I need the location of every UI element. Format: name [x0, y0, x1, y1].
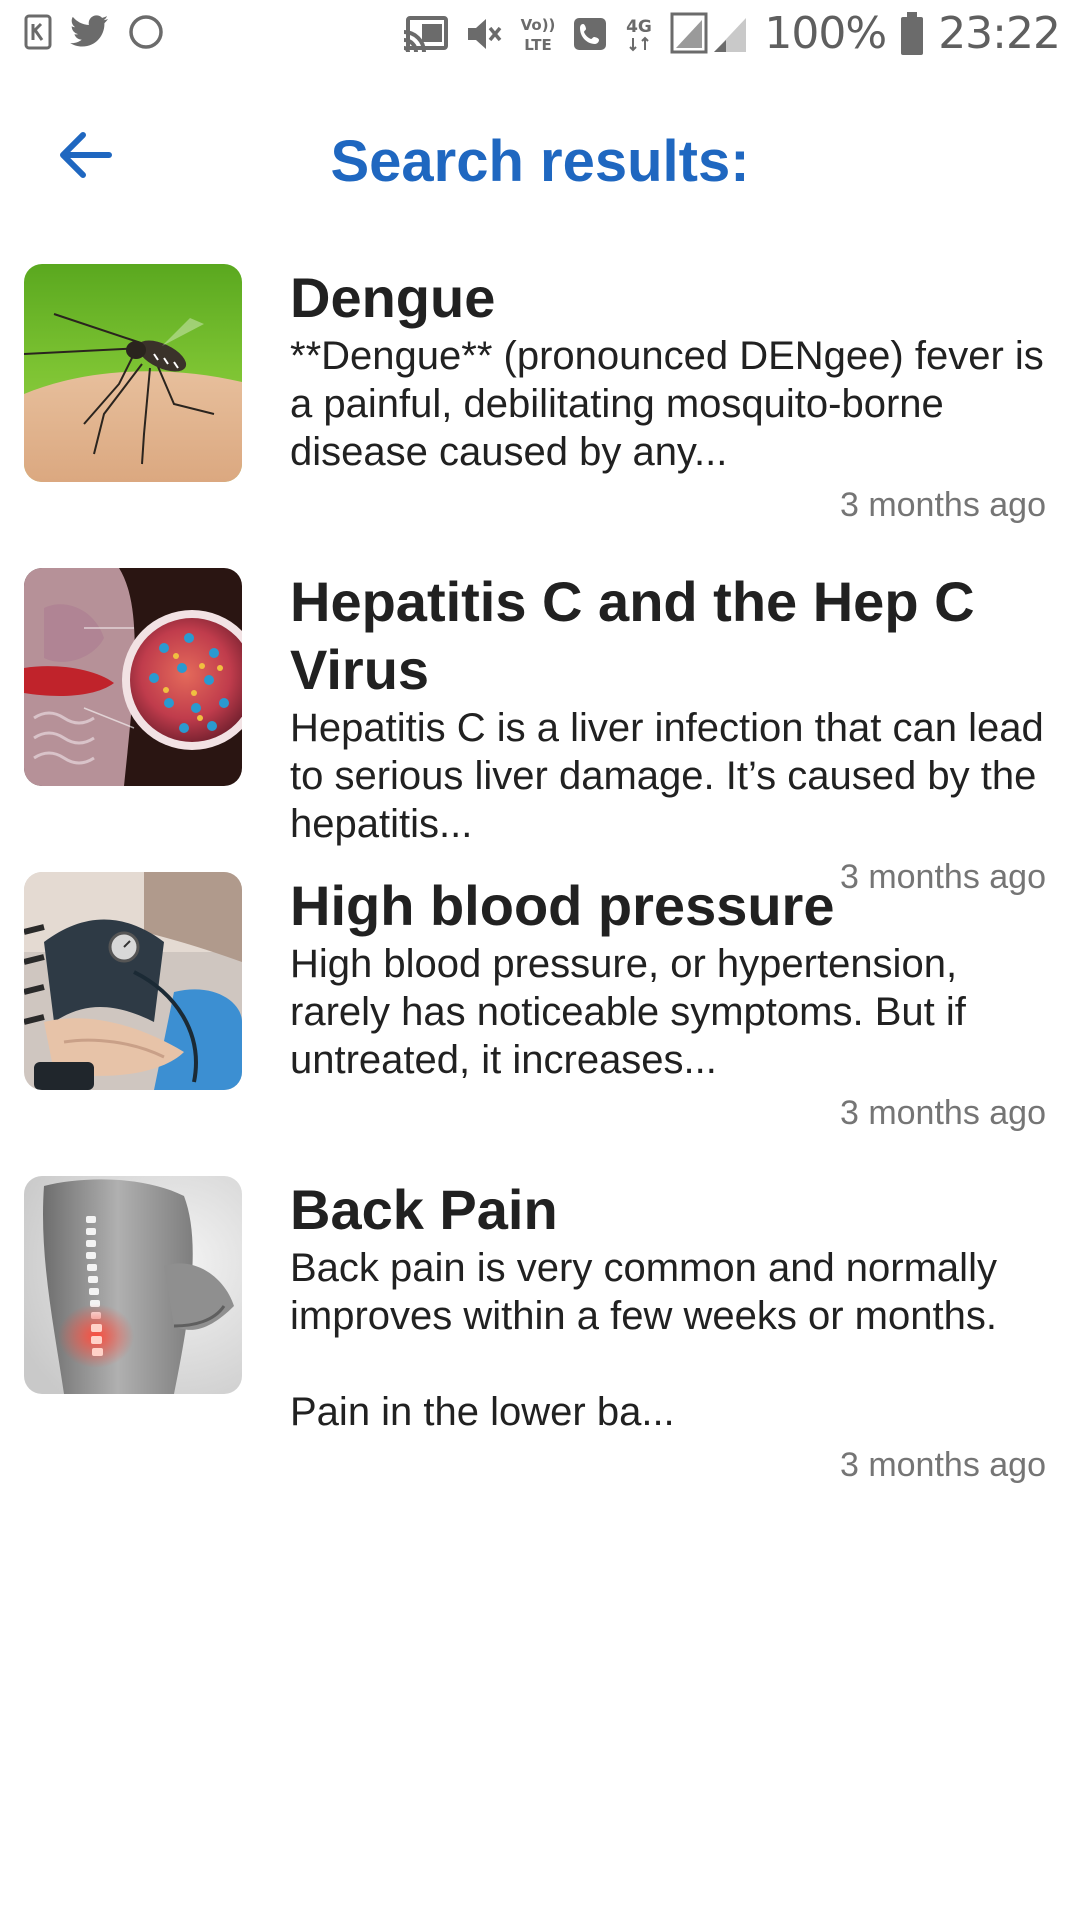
result-item-back-pain[interactable]: Back Pain Back pain is very common and n… [0, 1176, 1080, 1496]
mosquito-image [24, 264, 242, 482]
kinemaster-icon [24, 14, 52, 50]
liver-virus-image [24, 568, 242, 786]
app-header: Search results: [0, 100, 1080, 220]
result-item-high-blood-pressure[interactable]: High blood pressure High blood pressure,… [0, 872, 1080, 1176]
svg-text:LTE: LTE [525, 36, 553, 54]
battery-percent: 100% [764, 8, 887, 59]
signal-icon [670, 12, 750, 56]
mute-icon [464, 14, 504, 54]
blood-pressure-cuff-image [24, 872, 242, 1090]
result-title: Hepatitis C and the Hep C Virus [290, 570, 975, 701]
battery-icon [900, 11, 924, 56]
volte-icon: Vo)) LTE [518, 14, 558, 54]
result-timestamp: 3 months ago [839, 486, 1046, 524]
results-list: Dengue **Dengue** (pronounced DENgee) fe… [0, 264, 1080, 1496]
result-snippet: Hepatitis C is a liver infection that ca… [290, 706, 1055, 846]
network-4g-icon: 4G [622, 14, 656, 54]
twitter-icon [70, 15, 110, 49]
result-item-dengue[interactable]: Dengue **Dengue** (pronounced DENgee) fe… [0, 264, 1080, 568]
result-snippet: High blood pressure, or hypertension, ra… [290, 942, 977, 1082]
result-timestamp: 3 months ago [839, 1094, 1046, 1132]
svg-text:4G: 4G [626, 17, 652, 37]
svg-text:Vo)): Vo)) [521, 16, 556, 34]
result-snippet: Back pain is very common and normally im… [290, 1246, 997, 1434]
status-bar: Vo)) LTE 4G 100% 23:22 [0, 0, 1080, 72]
circle-icon [128, 14, 164, 50]
call-icon [572, 16, 608, 52]
result-item-hepatitis-c[interactable]: Hepatitis C and the Hep C Virus Hepatiti… [0, 568, 1080, 896]
back-pain-image [24, 1176, 242, 1394]
result-title: Dengue [290, 266, 496, 329]
result-snippet: **Dengue** (pronounced DENgee) fever is … [290, 334, 1055, 474]
result-timestamp: 3 months ago [839, 1446, 1046, 1484]
result-title: High blood pressure [290, 874, 835, 937]
page-title: Search results: [330, 129, 750, 194]
clock: 23:22 [938, 8, 1061, 59]
cast-icon [402, 14, 450, 54]
result-title: Back Pain [290, 1178, 558, 1241]
